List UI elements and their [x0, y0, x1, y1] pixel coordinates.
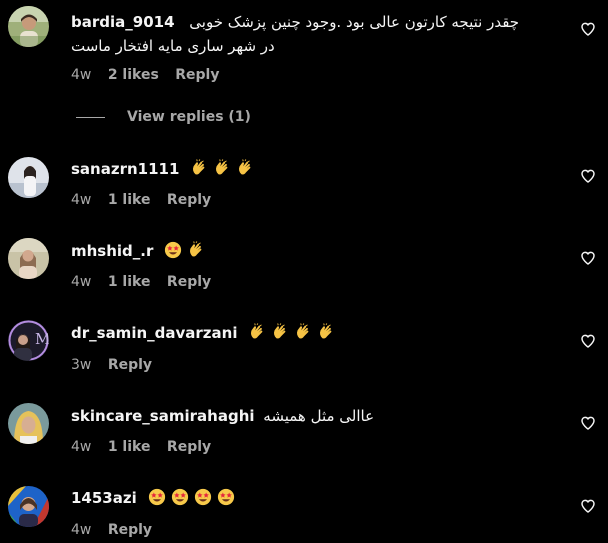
username[interactable]: mhshid_.r: [71, 242, 153, 260]
star-struck-icon: [148, 488, 165, 506]
comment-time: 4w: [71, 439, 92, 455]
view-replies-button[interactable]: View replies (1): [76, 109, 251, 127]
clapping-hands-icon: [239, 159, 251, 175]
heart-outline-icon[interactable]: [580, 250, 596, 266]
clapping-hands-icon: [297, 323, 309, 339]
divider: [76, 116, 105, 118]
avatar[interactable]: [8, 6, 49, 47]
reply-button[interactable]: Reply: [167, 192, 211, 208]
avatar[interactable]: [8, 238, 49, 279]
reply-button[interactable]: Reply: [167, 274, 211, 290]
comment-meta: 4w 2 likes Reply: [71, 66, 231, 84]
svg-text:M: M: [35, 330, 49, 348]
likes-count[interactable]: 1 like: [108, 274, 151, 290]
heart-outline-icon[interactable]: [580, 168, 596, 184]
comment-meta: 3w Reply: [71, 356, 164, 374]
comment-meta: 4w 1 like Reply: [71, 273, 223, 291]
heart-outline-icon[interactable]: [580, 498, 596, 514]
username[interactable]: bardia_9014: [71, 13, 175, 31]
clapping-hands-icon: [190, 241, 202, 257]
comment-time: 4w: [71, 522, 92, 538]
comment-meta: 4w 1 like Reply: [71, 191, 223, 209]
clapping-hands-icon: [274, 323, 286, 339]
likes-count[interactable]: 2 likes: [108, 67, 159, 83]
clapping-hands-icon: [320, 323, 332, 339]
comment-text-line-2: در شهر ساری مایه افتخار ماست: [71, 37, 275, 55]
star-struck-icon: [165, 241, 182, 259]
avatar[interactable]: [8, 403, 49, 444]
username[interactable]: skincare_samirahaghi: [71, 407, 255, 425]
comment-text: عاالی مثل همیشه: [263, 407, 375, 425]
avatar[interactable]: M: [8, 320, 49, 361]
comment-time: 4w: [71, 67, 92, 83]
clapping-hands-icon: [216, 159, 228, 175]
avatar[interactable]: [8, 486, 49, 527]
view-replies-label: View replies (1): [127, 109, 251, 125]
reply-button[interactable]: Reply: [108, 357, 152, 373]
heart-outline-icon[interactable]: [580, 21, 596, 37]
reply-button[interactable]: Reply: [167, 439, 211, 455]
username[interactable]: 1453azi: [71, 489, 137, 507]
likes-count[interactable]: 1 like: [108, 439, 151, 455]
reply-button[interactable]: Reply: [108, 522, 152, 538]
reply-button[interactable]: Reply: [175, 67, 219, 83]
username[interactable]: dr_samin_davarzani: [71, 324, 237, 342]
star-struck-icon: [217, 488, 234, 506]
comment-time: 3w: [71, 357, 92, 373]
likes-count[interactable]: 1 like: [108, 192, 151, 208]
comment-time: 4w: [71, 192, 92, 208]
comment-time: 4w: [71, 274, 92, 290]
comment-meta: 4w 1 like Reply: [71, 438, 223, 456]
clapping-hands-icon: [251, 323, 263, 339]
comment-meta: 4w Reply: [71, 521, 164, 539]
comment-text: چقدر نتیجه کارتون عالی بود .وجود چنین پز…: [189, 13, 520, 31]
star-struck-icon: [194, 488, 211, 506]
star-struck-icon: [171, 488, 188, 506]
clapping-hands-icon: [193, 159, 205, 175]
avatar[interactable]: [8, 157, 49, 198]
heart-outline-icon[interactable]: [580, 333, 596, 349]
username[interactable]: sanazrn1111: [71, 160, 179, 178]
heart-outline-icon[interactable]: [580, 415, 596, 431]
